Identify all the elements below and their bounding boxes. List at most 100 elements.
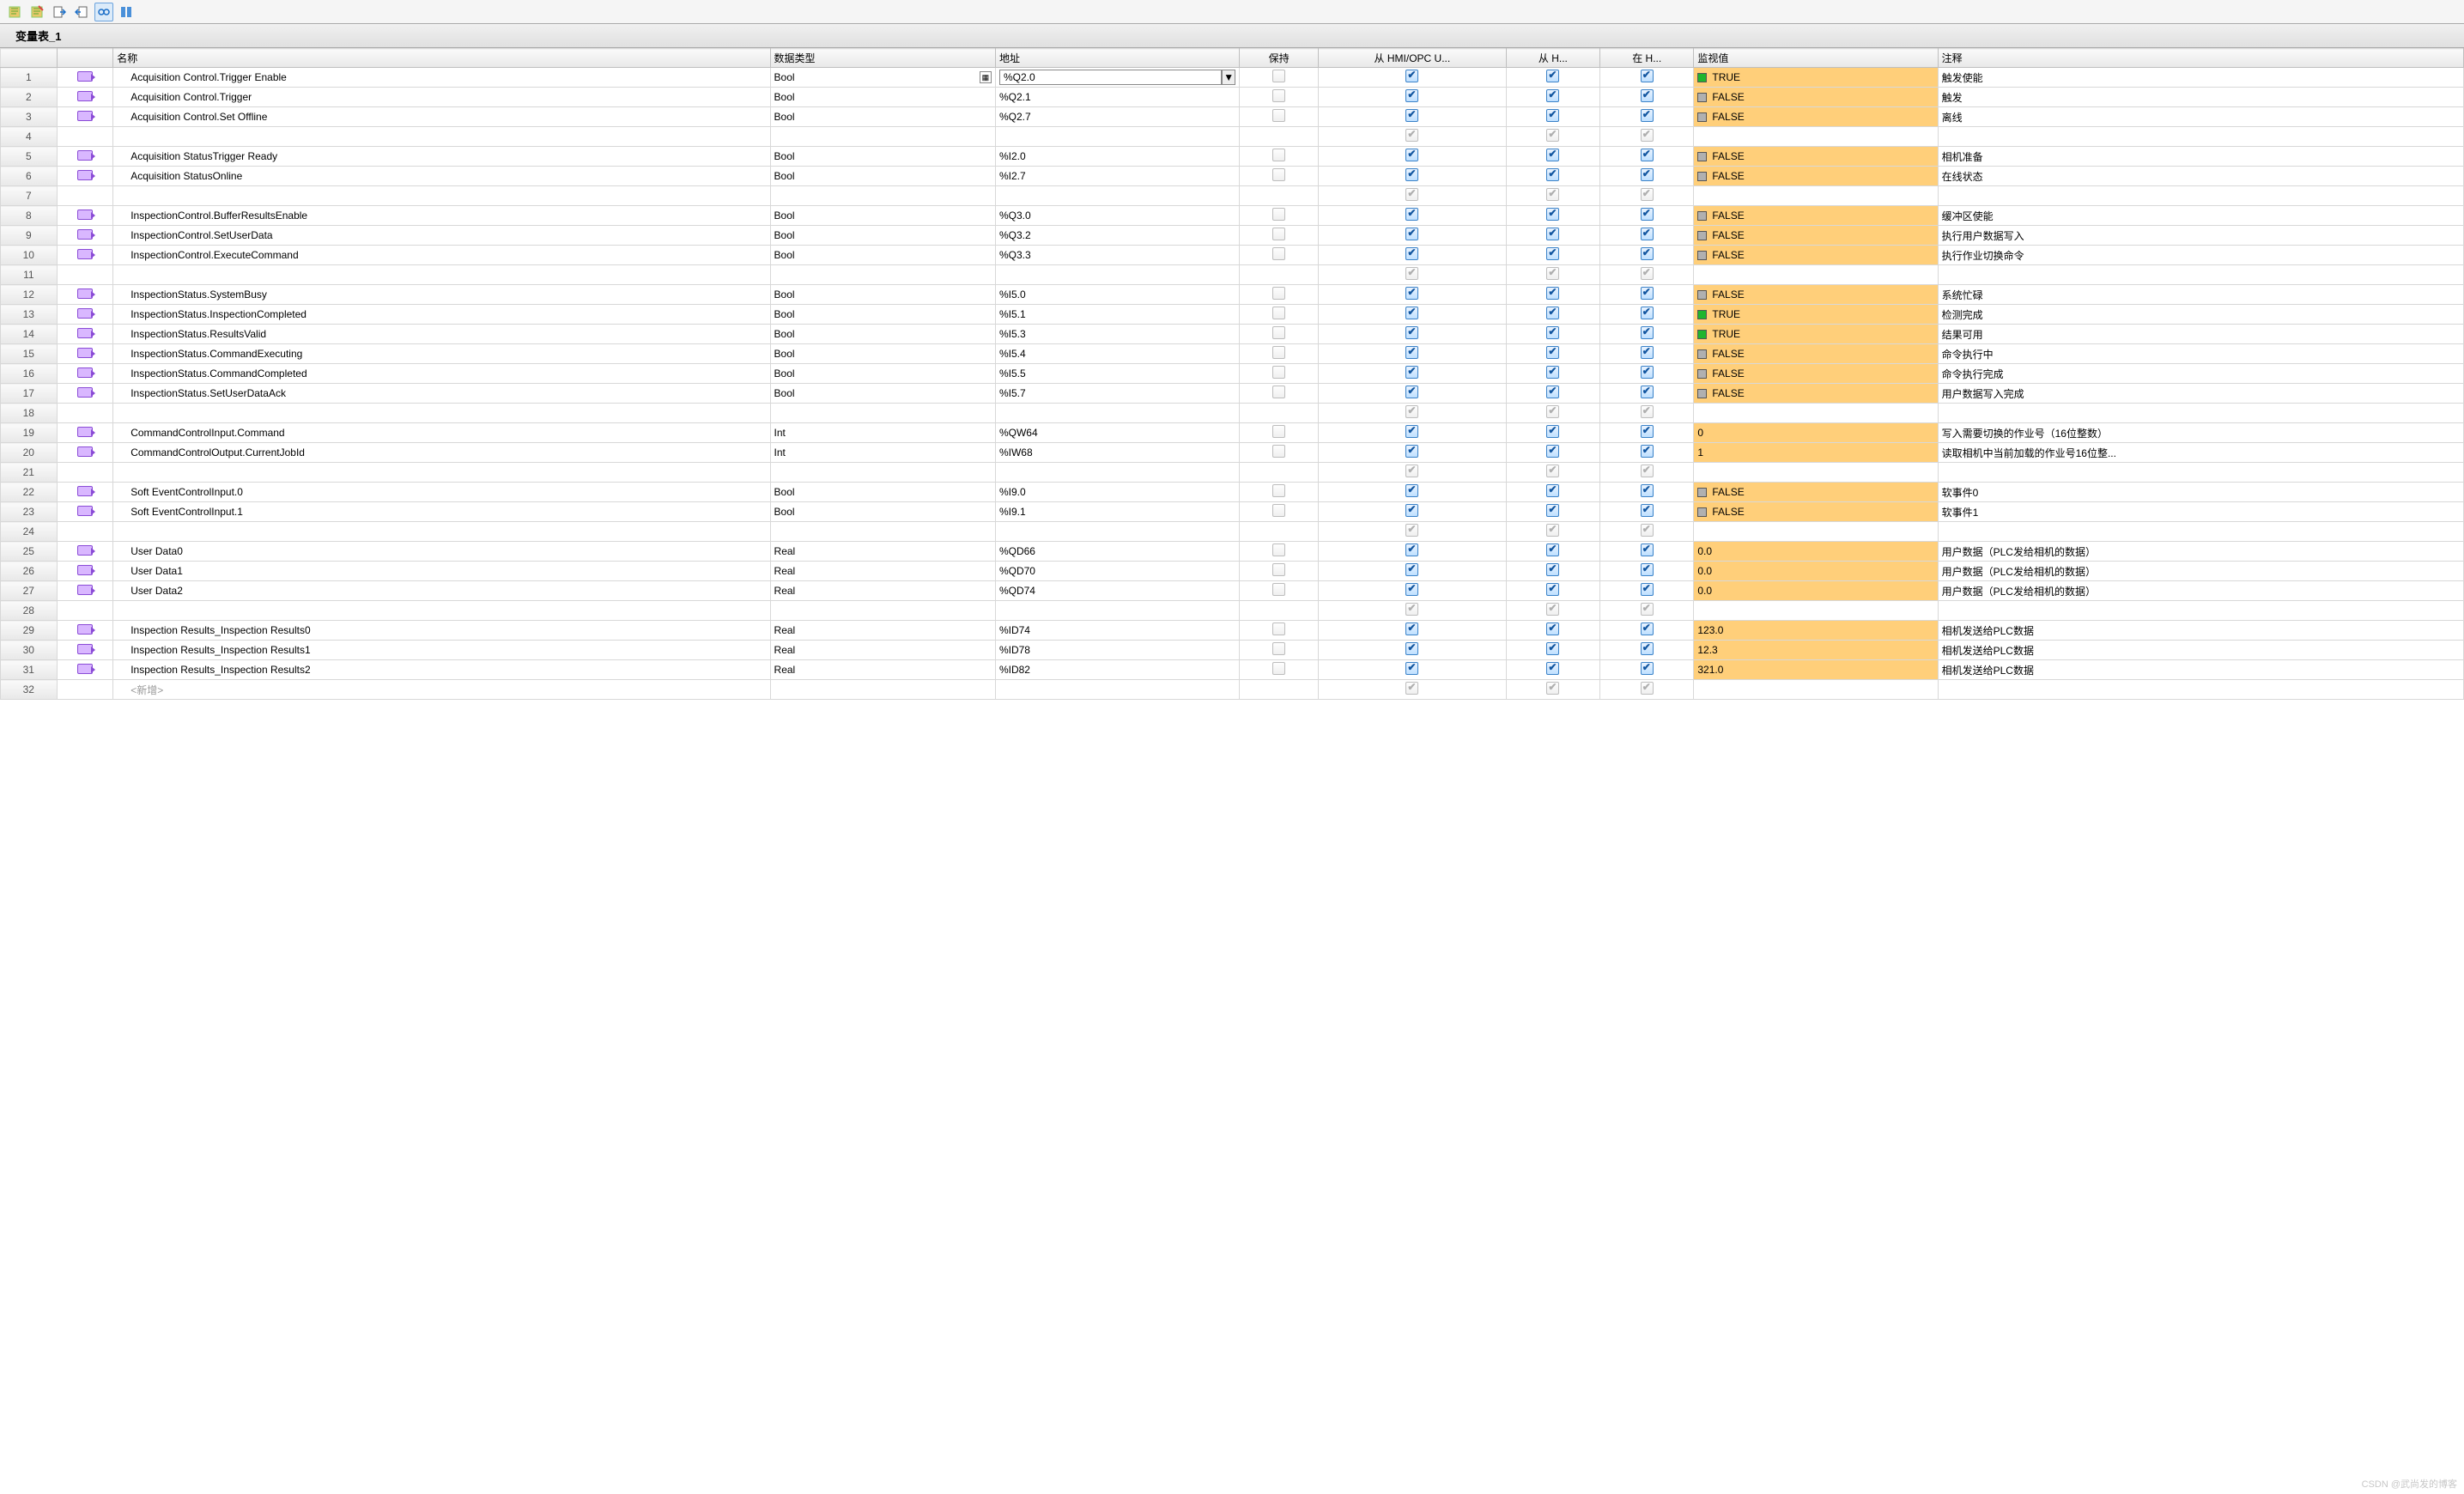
checkbox-checked-icon[interactable] (1405, 287, 1418, 300)
name-cell[interactable]: InspectionStatus.SystemBusy (113, 285, 770, 305)
address-cell[interactable]: %I2.0 (995, 147, 1239, 167)
name-cell[interactable] (113, 265, 770, 285)
hmi1-cell[interactable] (1319, 463, 1507, 483)
row-number[interactable]: 31 (1, 660, 58, 680)
hmi1-cell[interactable] (1319, 265, 1507, 285)
type-cell[interactable]: Int (770, 443, 995, 463)
hmi3-cell[interactable] (1600, 384, 1694, 404)
comment-cell[interactable]: 相机发送给PLC数据 (1938, 660, 2463, 680)
checkbox-unchecked-icon[interactable] (1272, 583, 1285, 596)
checkbox-checked-icon[interactable] (1641, 544, 1654, 556)
address-cell[interactable]: %I5.7 (995, 384, 1239, 404)
hmi3-cell[interactable] (1600, 265, 1694, 285)
table-row[interactable]: 2Acquisition Control.TriggerBool%Q2.1FAL… (1, 88, 2464, 107)
hmi3-cell[interactable] (1600, 562, 1694, 581)
hmi1-cell[interactable] (1319, 581, 1507, 601)
hmi2-cell[interactable] (1506, 463, 1599, 483)
checkbox-checked-icon[interactable] (1641, 425, 1654, 438)
checkbox-checked-icon[interactable] (1405, 149, 1418, 161)
checkbox-checked-icon[interactable] (1641, 287, 1654, 300)
checkbox-checked-icon[interactable] (1405, 504, 1418, 517)
checkbox-unchecked-icon[interactable] (1272, 425, 1285, 438)
row-number[interactable]: 25 (1, 542, 58, 562)
hmi3-cell[interactable] (1600, 285, 1694, 305)
row-number[interactable]: 13 (1, 305, 58, 325)
table-row[interactable]: 17InspectionStatus.SetUserDataAckBool%I5… (1, 384, 2464, 404)
checkbox-unchecked-icon[interactable] (1272, 326, 1285, 339)
name-cell[interactable]: InspectionControl.BufferResultsEnable (113, 206, 770, 226)
table-row[interactable]: 10InspectionControl.ExecuteCommandBool%Q… (1, 246, 2464, 265)
retain-cell[interactable] (1240, 325, 1319, 344)
type-cell[interactable]: Real (770, 562, 995, 581)
row-number[interactable]: 18 (1, 404, 58, 423)
checkbox-checked-icon[interactable] (1405, 583, 1418, 596)
address-cell[interactable]: ▼ (995, 68, 1239, 88)
address-cell[interactable] (995, 186, 1239, 206)
table-row[interactable]: 4 (1, 127, 2464, 147)
checkbox-checked-icon[interactable] (1546, 109, 1559, 122)
name-cell[interactable] (113, 463, 770, 483)
name-cell[interactable]: Inspection Results_Inspection Results1 (113, 641, 770, 660)
hdr-addr[interactable]: 地址 (995, 49, 1239, 68)
hdr-type[interactable]: 数据类型 (770, 49, 995, 68)
name-cell[interactable] (113, 404, 770, 423)
table-row[interactable]: 23Soft EventControlInput.1Bool%I9.1FALSE… (1, 502, 2464, 522)
checkbox-unchecked-icon[interactable] (1272, 484, 1285, 497)
table-row[interactable]: 12InspectionStatus.SystemBusyBool%I5.0FA… (1, 285, 2464, 305)
comment-cell[interactable]: 相机发送给PLC数据 (1938, 621, 2463, 641)
hmi2-cell[interactable] (1506, 641, 1599, 660)
checkbox-checked-icon[interactable] (1641, 504, 1654, 517)
checkbox-checked-icon[interactable] (1546, 70, 1559, 82)
checkbox-checked-icon[interactable] (1405, 425, 1418, 438)
checkbox-checked-icon[interactable] (1546, 89, 1559, 102)
hmi2-cell[interactable] (1506, 344, 1599, 364)
hmi2-cell[interactable] (1506, 660, 1599, 680)
checkbox-checked-icon[interactable] (1546, 228, 1559, 240)
retain-cell[interactable] (1240, 186, 1319, 206)
checkbox-checked-icon[interactable] (1546, 544, 1559, 556)
checkbox-checked-icon[interactable] (1546, 149, 1559, 161)
hmi2-cell[interactable] (1506, 601, 1599, 621)
comment-cell[interactable] (1938, 463, 2463, 483)
toolbar-btn-settings[interactable] (117, 3, 136, 21)
hmi3-cell[interactable] (1600, 542, 1694, 562)
hdr-hmi2[interactable]: 从 H... (1506, 49, 1599, 68)
comment-cell[interactable]: 命令执行中 (1938, 344, 2463, 364)
checkbox-checked-icon[interactable] (1546, 287, 1559, 300)
hmi2-cell[interactable] (1506, 581, 1599, 601)
hmi2-cell[interactable] (1506, 147, 1599, 167)
name-cell[interactable]: InspectionStatus.SetUserDataAck (113, 384, 770, 404)
type-cell[interactable]: Real (770, 660, 995, 680)
checkbox-checked-icon[interactable] (1641, 563, 1654, 576)
checkbox-checked-icon[interactable] (1641, 307, 1654, 319)
row-number[interactable]: 1 (1, 68, 58, 88)
row-number[interactable]: 16 (1, 364, 58, 384)
row-number[interactable]: 2 (1, 88, 58, 107)
toolbar-btn-monitor[interactable] (94, 3, 113, 21)
hmi1-cell[interactable] (1319, 325, 1507, 344)
hmi3-cell[interactable] (1600, 206, 1694, 226)
checkbox-checked-icon[interactable] (1405, 346, 1418, 359)
hmi2-cell[interactable] (1506, 107, 1599, 127)
retain-cell[interactable] (1240, 167, 1319, 186)
retain-cell[interactable] (1240, 206, 1319, 226)
address-cell[interactable] (995, 265, 1239, 285)
table-row[interactable]: 19CommandControlInput.CommandInt%QW640写入… (1, 423, 2464, 443)
retain-cell[interactable] (1240, 265, 1319, 285)
row-number[interactable]: 24 (1, 522, 58, 542)
checkbox-checked-icon[interactable] (1546, 583, 1559, 596)
type-cell[interactable]: Real (770, 581, 995, 601)
checkbox-unchecked-icon[interactable] (1272, 89, 1285, 102)
hmi1-cell[interactable] (1319, 621, 1507, 641)
address-cell[interactable] (995, 601, 1239, 621)
checkbox-unchecked-icon[interactable] (1272, 504, 1285, 517)
retain-cell[interactable] (1240, 88, 1319, 107)
hmi1-cell[interactable] (1319, 522, 1507, 542)
hmi2-cell[interactable] (1506, 186, 1599, 206)
row-number[interactable]: 17 (1, 384, 58, 404)
checkbox-checked-icon[interactable] (1546, 504, 1559, 517)
name-cell[interactable]: Acquisition StatusOnline (113, 167, 770, 186)
row-number[interactable]: 22 (1, 483, 58, 502)
hmi3-cell[interactable] (1600, 364, 1694, 384)
checkbox-unchecked-icon[interactable] (1272, 346, 1285, 359)
